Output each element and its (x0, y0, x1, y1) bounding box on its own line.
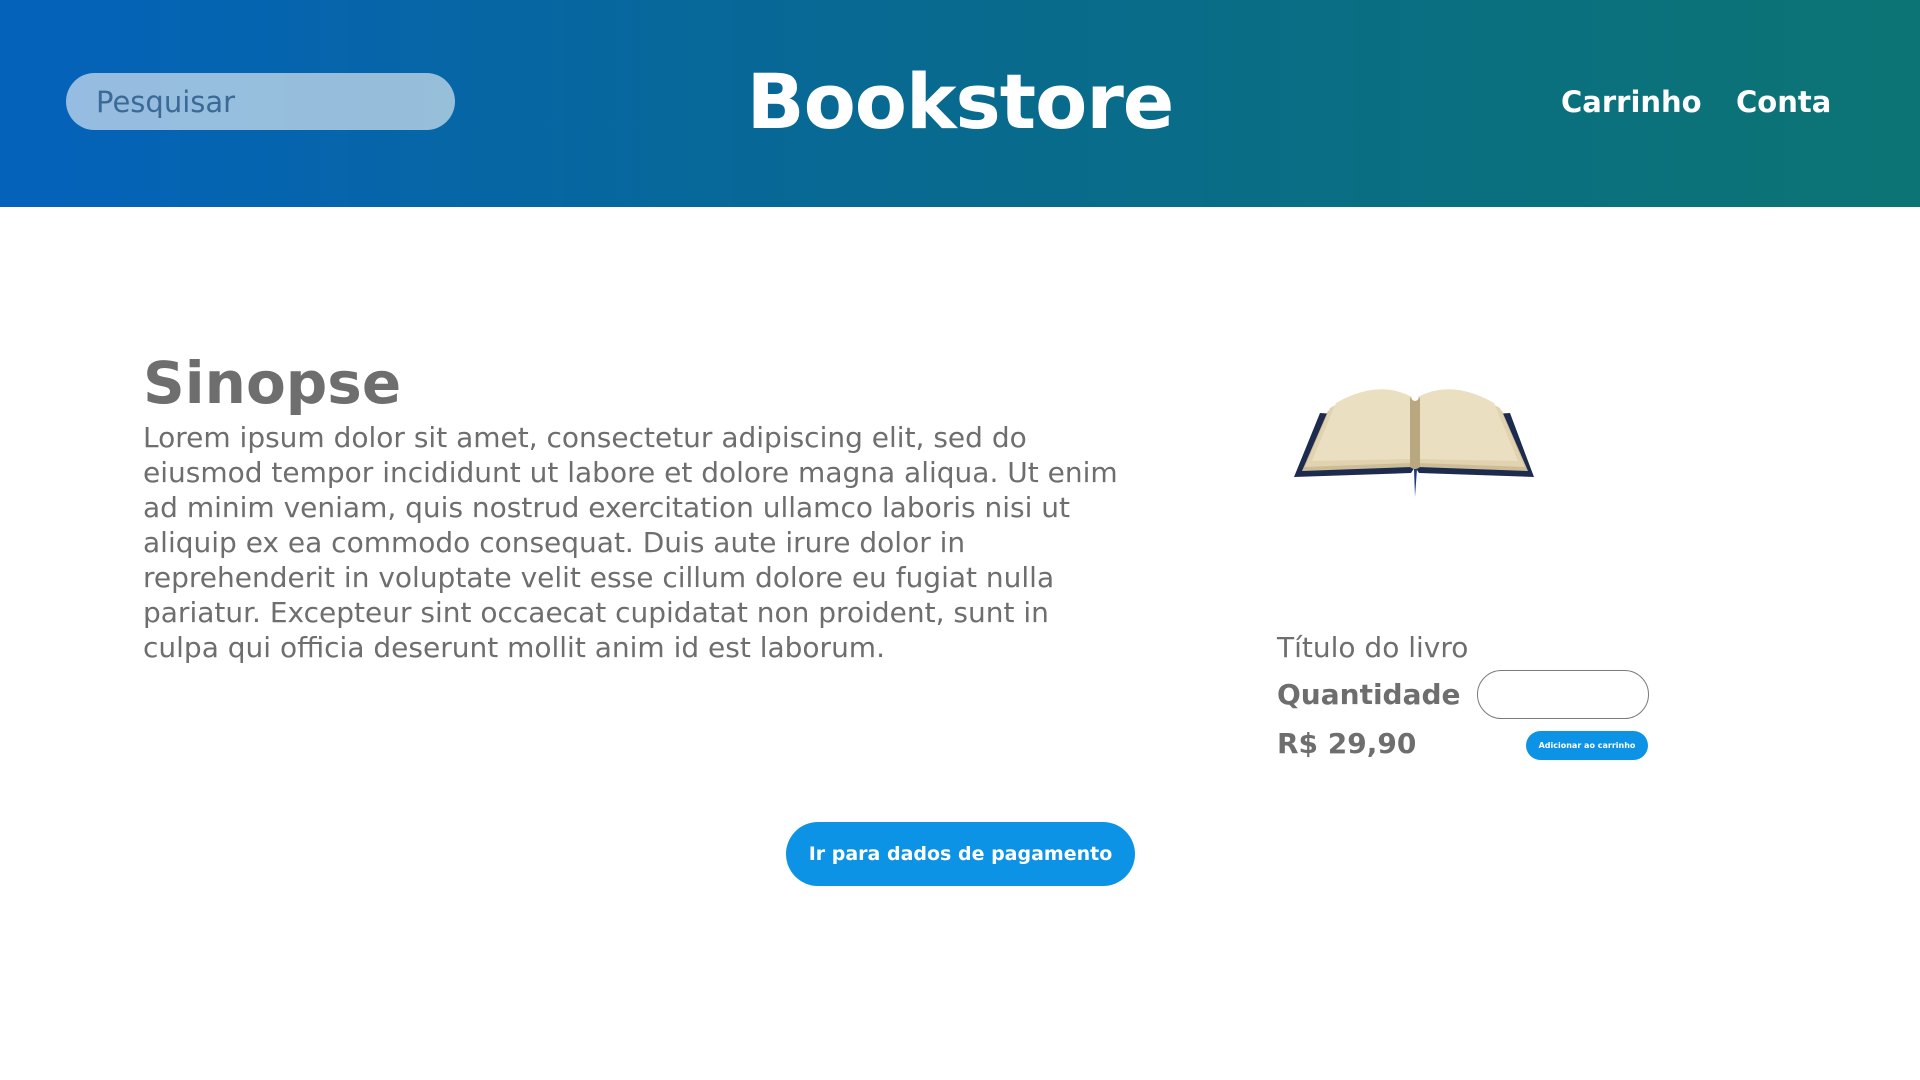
nav-cart-link[interactable]: Carrinho (1561, 82, 1702, 122)
open-book-icon (1294, 389, 1534, 497)
book-title: Título do livro (1277, 631, 1469, 664)
top-header: Bookstore Carrinho Conta (0, 0, 1920, 207)
synopsis-heading: Sinopse (143, 349, 402, 417)
quantity-input[interactable] (1477, 670, 1649, 719)
go-to-payment-button[interactable]: Ir para dados de pagamento (786, 822, 1135, 886)
nav-account-link[interactable]: Conta (1736, 82, 1831, 122)
book-price: R$ 29,90 (1277, 727, 1417, 760)
brand-logo-text[interactable]: Bookstore (660, 52, 1260, 152)
quantity-label: Quantidade (1277, 678, 1461, 711)
search-input[interactable] (66, 73, 455, 130)
add-to-cart-button[interactable]: Adicionar ao carrinho (1526, 731, 1648, 760)
synopsis-text: Lorem ipsum dolor sit amet, consectetur … (143, 421, 1118, 664)
